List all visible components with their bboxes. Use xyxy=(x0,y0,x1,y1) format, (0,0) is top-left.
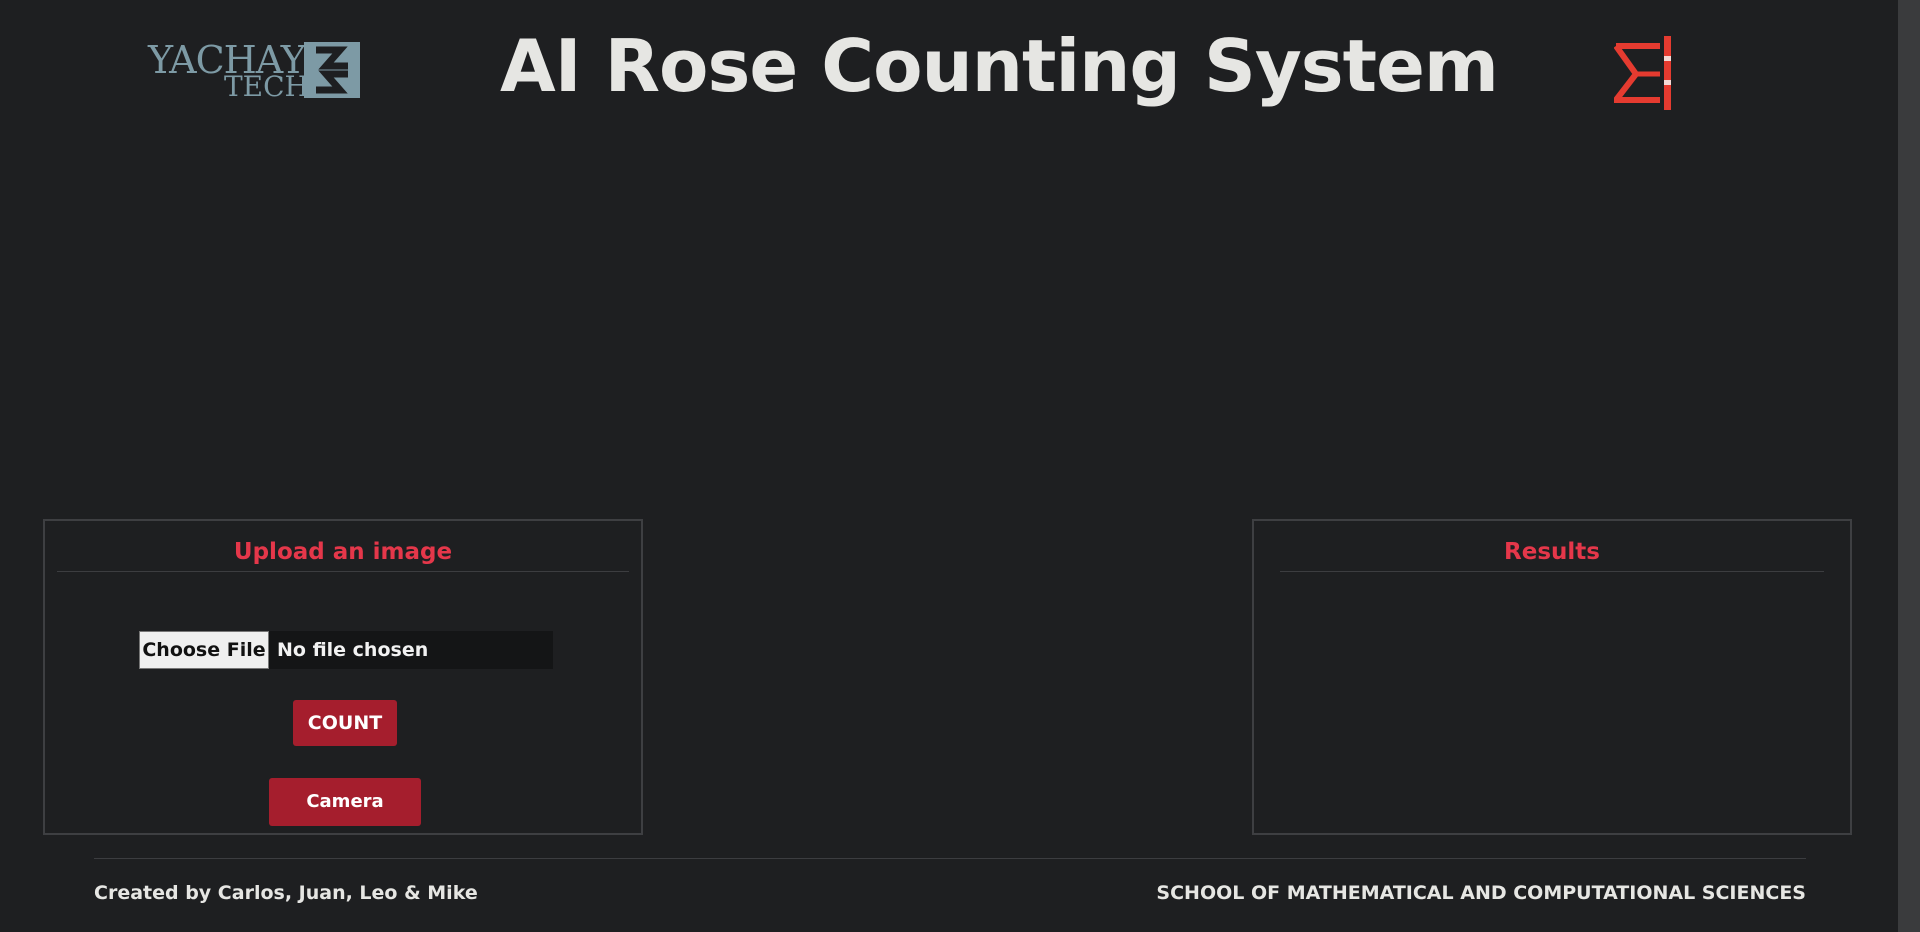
upload-panel: Upload an image Choose File No file chos… xyxy=(43,519,643,835)
page: YACHAY TECH AI Rose Counting System Uplo… xyxy=(0,0,1920,932)
camera-button[interactable]: Camera xyxy=(269,778,421,826)
results-panel-title: Results xyxy=(1504,539,1600,565)
count-button[interactable]: COUNT xyxy=(293,700,397,746)
scrollbar-thumb[interactable] xyxy=(1898,0,1920,932)
footer-credits: Created by Carlos, Juan, Leo & Mike xyxy=(94,882,478,904)
file-status-text: No file chosen xyxy=(277,639,429,661)
yachay-tech-logo[interactable]: YACHAY TECH xyxy=(148,40,362,103)
file-input[interactable]: Choose File No file chosen xyxy=(139,631,553,669)
logo-text-tech: TECH xyxy=(224,70,309,103)
results-panel-divider xyxy=(1280,571,1824,572)
yachay-tech-logo-icon xyxy=(304,42,360,98)
page-scrollbar[interactable] xyxy=(1898,0,1920,932)
choose-file-button[interactable]: Choose File xyxy=(139,631,269,669)
sigma-school-logo-icon[interactable] xyxy=(1609,34,1676,112)
upload-panel-title: Upload an image xyxy=(233,539,453,565)
results-panel: Results xyxy=(1252,519,1852,835)
upload-panel-divider xyxy=(57,571,629,572)
page-title: AI Rose Counting System xyxy=(500,24,1499,108)
footer-school-name: SCHOOL OF MATHEMATICAL AND COMPUTATIONAL… xyxy=(1156,882,1806,904)
footer-divider xyxy=(94,858,1806,859)
